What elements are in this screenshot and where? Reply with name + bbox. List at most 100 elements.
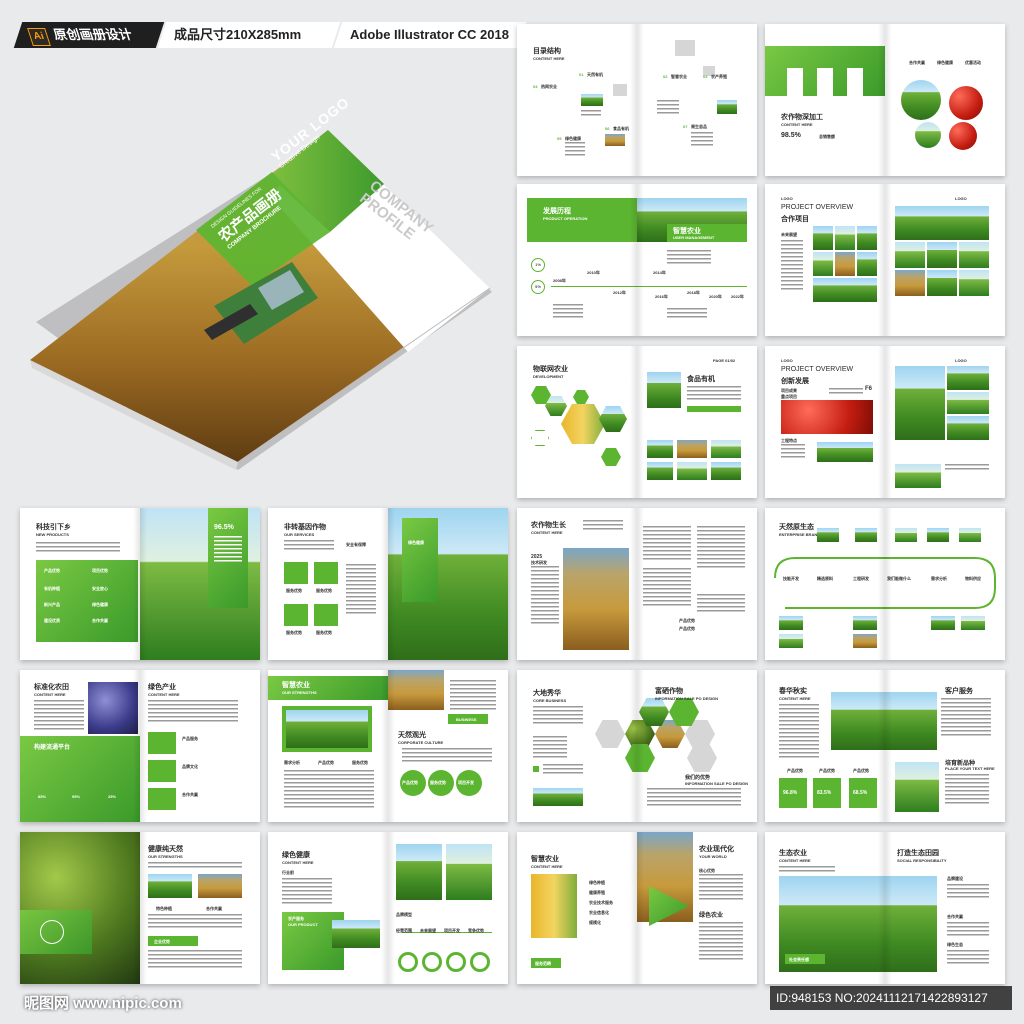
- num-07: 07: [683, 124, 688, 129]
- tag-size: 成品尺寸210X285mm: [157, 22, 341, 48]
- photo: [853, 616, 877, 630]
- photo: [88, 682, 138, 734]
- service-item: 服务优势: [316, 588, 332, 593]
- label: 需求分析: [284, 760, 300, 765]
- photo: [855, 528, 877, 542]
- photo: [779, 616, 803, 630]
- photo: [388, 670, 444, 710]
- photo: [959, 270, 989, 296]
- photo: [446, 844, 492, 900]
- list-item: 新兴产品: [44, 602, 60, 607]
- list-item: 特色种植: [156, 906, 172, 911]
- platform-label: 构建流通平台: [34, 745, 71, 751]
- photo: [563, 548, 629, 650]
- stat-value: 85%: [38, 794, 47, 799]
- spread-title: PROJECT OVERVIEW: [781, 204, 854, 211]
- photo: [853, 634, 877, 648]
- list-item: 建设优质: [44, 618, 60, 623]
- spread-title: 智慧农业: [531, 856, 559, 863]
- service-item: 服务优势: [286, 588, 302, 593]
- circle-label: 产品优势: [402, 780, 418, 785]
- stat-value: 98.5%: [781, 132, 801, 139]
- spread-title: 科技引下乡: [36, 524, 71, 531]
- photo: [717, 100, 737, 114]
- badge: 5%: [531, 280, 545, 294]
- label-safe: 安全有保障: [346, 542, 366, 547]
- step-label: 未来展望: [420, 928, 436, 933]
- circle-photo: [901, 80, 941, 120]
- list-item: 农业信息化: [589, 910, 609, 915]
- watermark: 昵图网 www.nipic.com: [24, 995, 182, 1012]
- photo: [148, 874, 192, 898]
- stat-label: 总销售额: [819, 134, 835, 139]
- spread-subtitle: CONTENT HERE: [779, 696, 811, 701]
- list-item: 产品服务: [182, 736, 198, 741]
- list-item: 有机种植: [44, 586, 60, 591]
- photo: [20, 832, 140, 984]
- photo: [895, 366, 945, 440]
- label: 绿色农业: [699, 913, 724, 919]
- brochure-cover: [30, 130, 492, 470]
- page-number: F6: [865, 386, 873, 392]
- spread-subtitle: OUR SERVICES: [284, 532, 315, 537]
- year: 2018年: [687, 290, 700, 295]
- year: 2014年: [653, 270, 666, 275]
- label-organic: 天然有机: [587, 72, 603, 77]
- spread-standard-farmland: 标准化农田 CONTENT HERE 构建流通平台 85% 95% 25% 绿色…: [20, 670, 260, 822]
- photo: [813, 278, 877, 302]
- spread-title-2: 天然观光: [398, 732, 426, 739]
- circle-photo: [949, 86, 983, 120]
- label-rewang: 热网农业: [541, 84, 557, 89]
- spread-title-right: 打造生态田园: [897, 850, 939, 857]
- tag-original-design-label: 原创画册设计: [51, 27, 135, 42]
- photo: [581, 94, 603, 106]
- list-item: 合作共赢: [92, 618, 108, 623]
- photo: [931, 616, 955, 630]
- label: 服务优势: [352, 760, 368, 765]
- photo: [198, 874, 242, 898]
- stat-value: 83.5%: [817, 790, 832, 796]
- spread-deep-processing: 农作物深加工 CONTENT HERE 98.5% 总销售额 合作共赢 绿色健康…: [765, 24, 1005, 176]
- spread-subtitle: PRODUCT OPERATION: [543, 216, 588, 221]
- photo: [927, 242, 957, 268]
- spread-title: 大地秀华: [533, 690, 561, 697]
- logo-text-right: LOGO: [955, 196, 967, 201]
- num-06: 06: [605, 126, 610, 131]
- spread-subtitle: CONTENT HERE: [533, 56, 565, 61]
- spread-subtitle-right-2: PLACE YOUR TEXT HERE: [945, 766, 995, 771]
- step-label: 经营范围: [396, 928, 412, 933]
- year: 2010年: [587, 270, 600, 275]
- photo: [647, 462, 673, 480]
- photo: [961, 616, 985, 630]
- image-id-bar: ID:948153 NO:20241112171422893127: [770, 986, 1012, 1010]
- spread-title-right: 农业现代化: [699, 846, 734, 853]
- spread-subtitle: 创新发展: [781, 378, 809, 385]
- list-item: 农业技术服务: [589, 900, 613, 905]
- stat-value: 68.5%: [853, 790, 868, 796]
- list-item: 合作共赢: [182, 792, 198, 797]
- list-item: 安全放心: [92, 586, 108, 591]
- spread-title-right: 富硒作物: [655, 688, 683, 695]
- stat-value: 95%: [72, 794, 81, 799]
- photo: [895, 528, 917, 542]
- spread-subtitle: 合作项目: [781, 216, 809, 223]
- spread-smart-strengths: 智慧农业 OUR STRENGTHS 需求分析 产品优势 服务优势 BUSINE…: [268, 670, 508, 822]
- step-label: 竞争优势: [468, 928, 484, 933]
- spread-non-gmo: 非转基因作物 OUR SERVICES 安全有保障 服务优势 服务优势 服务优势…: [268, 508, 508, 660]
- circle-photo: [915, 122, 941, 148]
- photo: [947, 416, 989, 440]
- photo: [711, 440, 741, 458]
- photo: [895, 464, 941, 488]
- circle-label: 项目开发: [458, 780, 474, 785]
- spread-crop-growth: 农作物生长 CONTENT HERE 2025 技术研发 产品优势 产品优势: [517, 508, 757, 660]
- spread-title: 物联网农业: [533, 366, 568, 373]
- logo-text: LOGO: [781, 358, 793, 363]
- num-03: 03: [703, 74, 708, 79]
- list-item: 产品优势: [679, 618, 695, 623]
- spread-title: 农作物深加工: [781, 114, 823, 121]
- flow-step: 技能开发: [783, 576, 799, 581]
- photo: [895, 206, 989, 240]
- service-item: 服务优势: [286, 630, 302, 635]
- label-cooperation: 合作共赢: [909, 60, 925, 65]
- step-label: 项目开发: [444, 928, 460, 933]
